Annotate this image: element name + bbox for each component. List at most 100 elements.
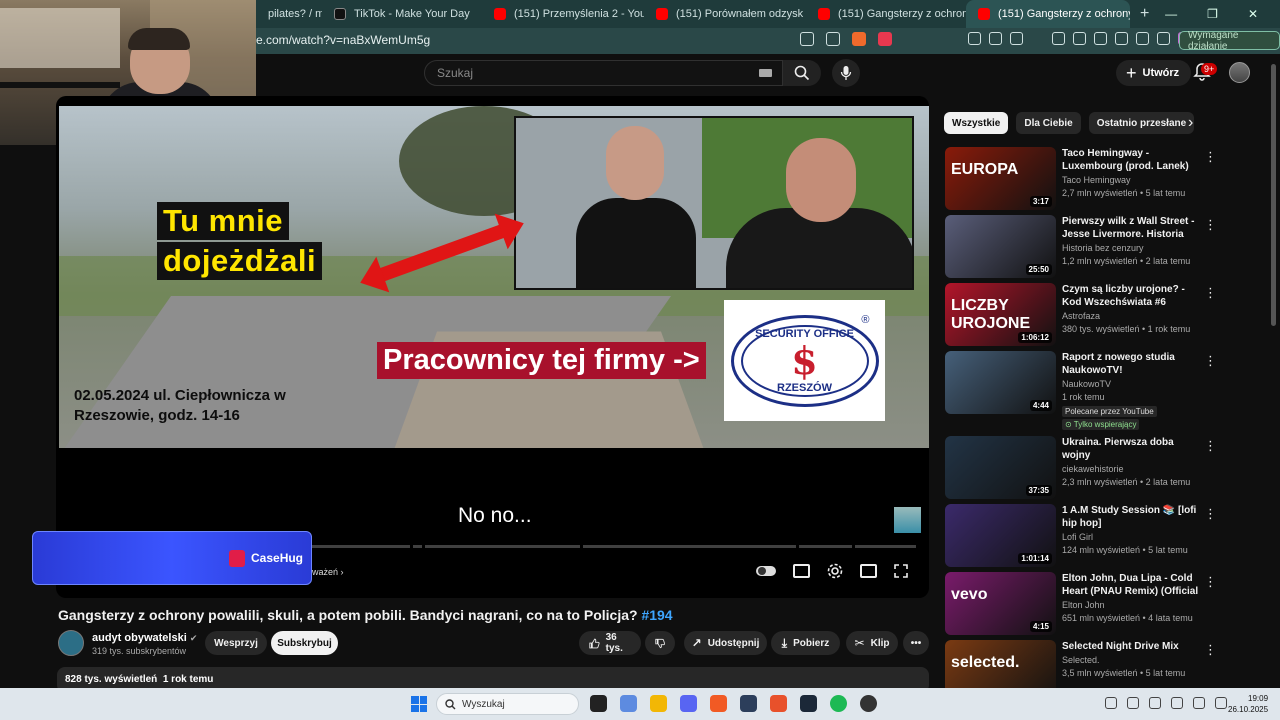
download-icon[interactable]	[1052, 32, 1065, 45]
chevron-up-icon[interactable]	[1105, 697, 1117, 709]
video-player[interactable]: Tu mnie dojeżdżali Pracownicy tej firmy …	[56, 96, 929, 598]
cast-icon[interactable]	[800, 32, 814, 46]
chip-all[interactable]: Wszystkie	[944, 112, 1009, 134]
more-vertical-icon[interactable]: ⋮	[1204, 353, 1217, 369]
subtitles-icon[interactable]	[793, 564, 810, 578]
keyboard-icon[interactable]	[759, 69, 772, 77]
channel-avatar[interactable]	[58, 630, 84, 656]
store-icon[interactable]	[740, 695, 757, 712]
file-explorer-icon[interactable]	[650, 695, 667, 712]
tray-app-icon[interactable]	[1127, 697, 1139, 709]
leo-icon[interactable]	[1136, 32, 1149, 45]
puzzle-icon[interactable]	[989, 32, 1002, 45]
recommendation-title[interactable]: Ukraina. Pierwsza doba wojny	[1062, 436, 1202, 462]
cloud-icon[interactable]	[1149, 697, 1161, 709]
recommendation-title[interactable]: Pierwszy wilk z Wall Street - Jesse Live…	[1062, 215, 1202, 241]
chip-recently-uploaded[interactable]: Ostatnio przesłane	[1088, 112, 1195, 134]
chevron-right-icon[interactable]: ›	[1188, 114, 1193, 132]
like-button[interactable]: 36 tys.	[579, 631, 641, 655]
chapter-title-link[interactable]: ważeń ›	[312, 567, 344, 577]
extension-icon[interactable]	[968, 32, 981, 45]
recommendation-card[interactable]: 25:50 Pierwszy wilk z Wall Street - Jesse…	[944, 215, 1244, 279]
create-button[interactable]: + Utwórz	[1116, 60, 1192, 86]
steam-icon[interactable]	[800, 695, 817, 712]
recommendation-channel[interactable]: Elton John	[1062, 600, 1105, 610]
recommendation-card[interactable]: vevo 4:15 Elton John, Dua Lipa - Cold Hear…	[944, 572, 1244, 636]
windows-start-icon[interactable]	[411, 696, 427, 712]
taskbar-search-input[interactable]: Wyszukaj	[436, 693, 579, 715]
brave-active-icon[interactable]	[770, 695, 787, 712]
brave-shield-icon[interactable]	[852, 32, 866, 46]
browser-tab[interactable]: TikTok - Make Your Day	[322, 0, 482, 28]
settings-gear-icon[interactable]	[827, 563, 843, 579]
obs-icon[interactable]	[860, 695, 877, 712]
recommendation-title[interactable]: Selected Night Drive Mix	[1062, 640, 1202, 653]
browser-tab[interactable]: pilates? / myśl no	[256, 0, 322, 28]
theater-mode-icon[interactable]	[860, 564, 877, 578]
clip-button[interactable]: ✂ Klip	[846, 631, 898, 655]
recommendation-card[interactable]: 37:35 Ukraina. Pierwsza doba wojny ciekawe…	[944, 436, 1244, 500]
more-vertical-icon[interactable]: ⋮	[1204, 438, 1217, 454]
more-vertical-icon[interactable]: ⋮	[1204, 285, 1217, 301]
more-actions-button[interactable]: •••	[903, 631, 929, 655]
recommendation-title[interactable]: Elton John, Dua Lipa - Cold Heart (PNAU …	[1062, 572, 1202, 598]
action-required-button[interactable]: Wymagane działanie	[1179, 30, 1280, 52]
user-avatar[interactable]	[1229, 62, 1250, 83]
maximize-button[interactable]: ❐	[1207, 7, 1218, 21]
search-button[interactable]	[783, 60, 821, 86]
more-vertical-icon[interactable]: ⋮	[1204, 217, 1217, 233]
support-button[interactable]: Wesprzyj	[205, 631, 267, 655]
recommendation-card[interactable]: LICZBY UROJONE 1:06:12 Czym są liczby uroj…	[944, 283, 1244, 347]
recommendation-card[interactable]: 1:01:14 1 A.M Study Session 📚 [lofi hip h…	[944, 504, 1244, 568]
browser-tab[interactable]: (151) Przemyślenia 2 - YouTube	[482, 0, 644, 28]
recommendation-channel[interactable]: Historia bez cenzury	[1062, 243, 1144, 253]
taskbar-clock[interactable]: 19:09 26.10.2025	[1228, 693, 1268, 715]
recommendation-thumbnail[interactable]: 25:50	[945, 215, 1056, 278]
recommendation-thumbnail[interactable]: 4:44	[945, 351, 1056, 414]
recommendation-card[interactable]: 4:44 Raport z nowego studia NaukowoTV! Nau…	[944, 351, 1244, 430]
voice-search-button[interactable]	[832, 59, 860, 87]
translate-icon[interactable]	[1010, 32, 1023, 45]
recommendation-thumbnail[interactable]: 1:01:14	[945, 504, 1056, 567]
share-icon[interactable]	[826, 32, 840, 46]
dislike-button[interactable]	[645, 631, 675, 655]
browser-tab[interactable]: (151) Gangsterzy z ochrony powalili,	[806, 0, 966, 28]
more-vertical-icon[interactable]: ⋮	[1204, 506, 1217, 522]
recommendation-channel[interactable]: Astrofaza	[1062, 311, 1100, 321]
recommendation-channel[interactable]: Lofi Girl	[1062, 532, 1093, 542]
page-scrollbar[interactable]	[1270, 56, 1277, 688]
wallet-icon[interactable]	[1115, 32, 1128, 45]
channel-name[interactable]: audyt obywatelski ✔	[92, 632, 197, 644]
copilot-icon[interactable]	[620, 695, 637, 712]
video-hashtag-link[interactable]: #194	[641, 607, 672, 623]
recommendation-title[interactable]: Raport z nowego studia NaukowoTV!	[1062, 351, 1202, 377]
recommendation-thumbnail[interactable]: 37:35	[945, 436, 1056, 499]
sidebar-icon[interactable]	[1094, 32, 1107, 45]
scrollbar-thumb[interactable]	[1271, 64, 1276, 326]
recommendation-channel[interactable]: NaukowoTV	[1062, 379, 1111, 389]
browser-tab-active[interactable]: (151) Gangsterzy z ochrony p✕	[966, 0, 1130, 28]
task-view-icon[interactable]	[590, 695, 607, 712]
recommendation-title[interactable]: 1 A.M Study Session 📚 [lofi hip hop]	[1062, 504, 1202, 530]
recommendation-thumbnail[interactable]: EUROPA 3:17	[945, 147, 1056, 210]
more-vertical-icon[interactable]: ⋮	[1204, 574, 1217, 590]
recommendation-title[interactable]: Czym są liczby urojone? - Kod Wszechświa…	[1062, 283, 1202, 309]
recommendation-channel[interactable]: ciekawehistorie	[1062, 464, 1124, 474]
channel-watermark[interactable]	[894, 507, 921, 533]
more-vertical-icon[interactable]: ⋮	[1204, 642, 1217, 658]
video-frame[interactable]: Tu mnie dojeżdżali Pracownicy tej firmy …	[59, 106, 929, 448]
browser-tab[interactable]: (151) Porównałem odzysk miedzi. Co	[644, 0, 806, 28]
close-window-button[interactable]: ✕	[1248, 7, 1258, 21]
recommendation-thumbnail[interactable]: LICZBY UROJONE 1:06:12	[945, 283, 1056, 346]
brave-browser-icon[interactable]	[710, 695, 727, 712]
subscribe-button[interactable]: Subskrybuj	[271, 631, 338, 655]
music-icon[interactable]	[1073, 32, 1086, 45]
recommendation-thumbnail[interactable]: vevo 4:15	[945, 572, 1056, 635]
download-button[interactable]: ⤓ Pobierz	[771, 631, 840, 655]
spotify-icon[interactable]	[830, 695, 847, 712]
search-input[interactable]: Szukaj	[424, 60, 783, 86]
autoplay-toggle[interactable]	[756, 566, 776, 576]
recommendation-card[interactable]: EUROPA 3:17 Taco Hemingway - Luxembourg (p…	[944, 147, 1244, 211]
mic-tray-icon[interactable]	[1171, 697, 1183, 709]
volume-icon[interactable]	[1215, 697, 1227, 709]
